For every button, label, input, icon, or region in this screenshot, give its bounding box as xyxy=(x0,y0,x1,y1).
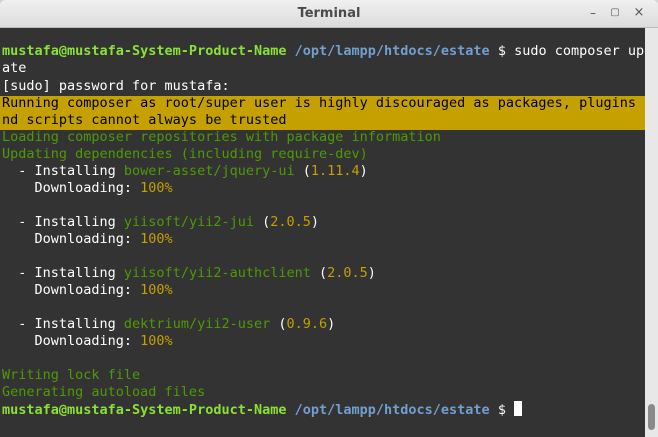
warning-line-2: nd scripts cannot always be trusted xyxy=(2,112,287,128)
prompt-user: mustafa@mustafa-System-Product-Name xyxy=(2,43,287,59)
download-percent: 100% xyxy=(140,282,173,298)
prompt-user: mustafa@mustafa-System-Product-Name xyxy=(2,402,287,418)
install-prefix: - Installing xyxy=(2,214,124,230)
download-label: Downloading: xyxy=(2,180,141,196)
package-version: 1.11.4 xyxy=(310,163,360,179)
writing-line: Writing lock file xyxy=(2,367,141,383)
close-icon[interactable]: × xyxy=(630,4,648,22)
scrollbar-thumb[interactable] xyxy=(648,404,655,430)
package-name: dektrium/yii2-user xyxy=(123,316,271,332)
updating-line: Updating dependencies (including require… xyxy=(2,146,368,162)
package-name: bower-asset/jquery-ui xyxy=(123,163,295,179)
download-percent: 100% xyxy=(140,333,173,349)
title-bar[interactable]: Terminal – ▢ × xyxy=(0,0,658,28)
download-percent: 100% xyxy=(140,180,173,196)
package-version: 0.9.6 xyxy=(286,316,328,332)
download-line: Downloading: 100% xyxy=(2,231,173,248)
prompt-symbol: $ xyxy=(489,402,515,418)
text-cursor xyxy=(514,401,523,416)
scrollbar[interactable] xyxy=(645,28,658,437)
prompt-path: /opt/lampp/htdocs/estate xyxy=(294,43,490,59)
command-line: mustafa@mustafa-System-Product-Name /opt… xyxy=(2,43,645,60)
install-prefix: - Installing xyxy=(2,163,124,179)
command-text: $ sudo composer upd xyxy=(489,43,645,59)
download-line: Downloading: 100% xyxy=(2,333,173,350)
install-line: - Installing yiisoft/yii2-jui (2.0.5) xyxy=(2,214,320,230)
minimize-icon[interactable]: – xyxy=(584,4,602,22)
package-version: 2.0.5 xyxy=(270,214,311,230)
maximize-icon[interactable]: ▢ xyxy=(606,4,624,22)
download-label: Downloading: xyxy=(2,282,141,298)
download-label: Downloading: xyxy=(2,231,141,247)
warning-line-1: Running composer as root/super user is h… xyxy=(2,95,645,111)
terminal-output[interactable]: mustafa@mustafa-System-Product-Name /opt… xyxy=(0,28,645,437)
install-prefix: - Installing xyxy=(2,316,124,332)
install-line: - Installing dektrium/yii2-user (0.9.6) xyxy=(2,316,336,332)
sudo-prompt: [sudo] password for mustafa: xyxy=(2,78,230,94)
window-title: Terminal xyxy=(297,6,361,21)
install-prefix: - Installing xyxy=(2,265,124,281)
terminal-window: Terminal – ▢ × mustafa@mustafa-System-Pr… xyxy=(0,0,658,437)
package-name: yiisoft/yii2-jui xyxy=(123,214,254,230)
package-name: yiisoft/yii2-authclient xyxy=(123,265,311,281)
generating-line: Generating autoload files xyxy=(2,384,206,400)
download-line: Downloading: 100% xyxy=(2,282,173,299)
package-version: 2.0.5 xyxy=(327,265,368,281)
command-wrap: ate xyxy=(2,60,27,76)
prompt-path: /opt/lampp/htdocs/estate xyxy=(294,402,490,418)
final-prompt[interactable]: mustafa@mustafa-System-Product-Name /opt… xyxy=(2,401,523,418)
download-line: Downloading: 100% xyxy=(2,180,173,197)
install-line: - Installing yiisoft/yii2-authclient (2.… xyxy=(2,265,376,281)
install-line: - Installing bower-asset/jquery-ui (1.11… xyxy=(2,163,368,179)
download-label: Downloading: xyxy=(2,333,141,349)
download-percent: 100% xyxy=(140,231,173,247)
loading-line: Loading composer repositories with packa… xyxy=(2,129,441,145)
